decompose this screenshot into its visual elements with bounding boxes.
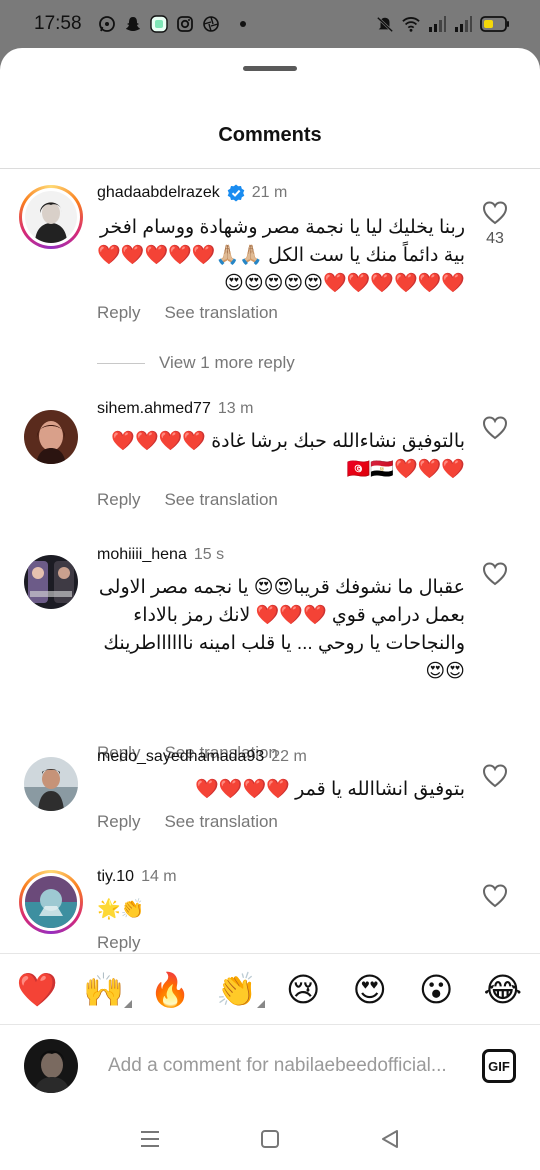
reaction-heart-eyes-button[interactable]: 😍 xyxy=(346,973,394,1006)
comment-username[interactable]: medo_sayedhamada93 xyxy=(97,748,264,766)
comment-text: 🌟👏 xyxy=(97,899,145,920)
quick-reactions-bar: ❤️ 🙌 🔥 👏 😢 😍 😮 😂 xyxy=(0,953,540,1025)
comment-text: ربنا يخليك ليا يا نجمة مصر وشهادة ووسام … xyxy=(97,217,465,294)
reply-button[interactable]: Reply xyxy=(97,933,140,953)
comment-username[interactable]: ghadaabdelrazek xyxy=(97,184,220,202)
comment-text: بتوفيق انشاالله يا قمر ❤️❤️❤️❤️ xyxy=(195,779,465,800)
view-more-label: View 1 more reply xyxy=(159,353,295,372)
reaction-raising-hands-button[interactable]: 🙌 xyxy=(80,970,132,1008)
see-translation-button[interactable]: See translation xyxy=(164,812,277,832)
divider xyxy=(0,168,540,169)
status-bar: 17:58 xyxy=(0,0,540,48)
instagram-icon xyxy=(176,15,194,33)
skin-tone-indicator-icon xyxy=(256,999,265,1008)
sheet-drag-handle[interactable] xyxy=(243,66,297,71)
aperture-icon xyxy=(202,15,220,33)
comment-username[interactable]: tiy.10 xyxy=(97,868,134,886)
comment-text: بالتوفيق نشاءالله حبك برشا غادة ❤️❤️❤️❤️… xyxy=(111,431,465,480)
wifi-icon xyxy=(402,15,420,33)
status-time: 17:58 xyxy=(34,13,82,34)
comment-username[interactable]: sihem.ahmed77 xyxy=(97,400,211,418)
reaction-crying-button[interactable]: 😢 xyxy=(279,973,327,1006)
sheet-title: Comments xyxy=(218,124,322,146)
comment-time: 13 m xyxy=(217,400,254,417)
reply-button[interactable]: Reply xyxy=(97,303,140,323)
reaction-laughing-button[interactable]: 😂 xyxy=(479,973,527,1006)
comment-time: 21 m xyxy=(251,184,288,201)
like-heart-icon[interactable] xyxy=(482,415,508,441)
signal-icon xyxy=(428,15,446,33)
signal-icon xyxy=(454,15,472,33)
home-icon[interactable] xyxy=(255,1124,285,1154)
system-icons xyxy=(376,15,510,33)
reaction-clap-button[interactable]: 👏 xyxy=(213,970,265,1008)
like-heart-icon[interactable] xyxy=(482,763,508,789)
avatar[interactable] xyxy=(24,757,78,811)
skin-tone-indicator-icon xyxy=(123,999,132,1008)
comment-time: 14 m xyxy=(141,868,177,885)
divider xyxy=(97,362,145,364)
view-more-replies-button[interactable]: View 1 more reply xyxy=(97,353,295,373)
reaction-surprised-button[interactable]: 😮 xyxy=(412,973,460,1006)
see-translation-button[interactable]: See translation xyxy=(164,490,277,510)
gif-button[interactable]: GIF xyxy=(482,1049,516,1083)
avatar[interactable] xyxy=(24,555,78,609)
comments-sheet: Comments ghadaabdelrazek 21 m ربنا يخليك… xyxy=(0,48,540,1170)
comment-composer: GIF xyxy=(0,1025,540,1107)
battery-icon xyxy=(480,15,510,33)
system-navigation-bar xyxy=(0,1107,540,1170)
comment-text: عقبال ما نشوفك قريبا😍😍 يا نجمه مصر الاول… xyxy=(98,577,465,682)
avatar[interactable] xyxy=(24,410,78,464)
comment-item: tiy.10 14 m 🌟👏 Reply xyxy=(0,866,540,953)
recents-icon[interactable] xyxy=(135,1124,165,1154)
app-icon xyxy=(149,15,168,33)
comment-time: 22 m xyxy=(271,748,307,765)
current-user-avatar xyxy=(24,1039,78,1093)
reaction-emoji: 👏 xyxy=(216,970,258,1008)
see-translation-button[interactable]: See translation xyxy=(164,303,277,323)
like-heart-icon[interactable] xyxy=(482,200,508,226)
like-heart-icon[interactable] xyxy=(482,561,508,587)
verified-badge-icon xyxy=(227,184,245,202)
reaction-emoji: 🙌 xyxy=(83,970,125,1008)
like-heart-icon[interactable] xyxy=(482,883,508,909)
notification-icons xyxy=(98,15,246,33)
snapchat-icon xyxy=(124,15,142,33)
reaction-heart-button[interactable]: ❤️ xyxy=(13,973,61,1006)
comment-username[interactable]: mohiiii_hena xyxy=(97,546,187,564)
more-notifications-dot xyxy=(239,21,246,27)
reaction-fire-button[interactable]: 🔥 xyxy=(146,973,194,1006)
reply-button[interactable]: Reply xyxy=(97,812,140,832)
comment-time: 15 s xyxy=(193,546,225,563)
back-icon[interactable] xyxy=(375,1124,405,1154)
reply-button[interactable]: Reply xyxy=(97,490,140,510)
avatar[interactable] xyxy=(19,870,83,934)
comment-input[interactable] xyxy=(108,1055,460,1077)
whatsapp-icon xyxy=(98,15,116,33)
like-count: 43 xyxy=(486,230,504,247)
avatar[interactable] xyxy=(19,185,83,249)
mute-icon xyxy=(376,15,394,33)
